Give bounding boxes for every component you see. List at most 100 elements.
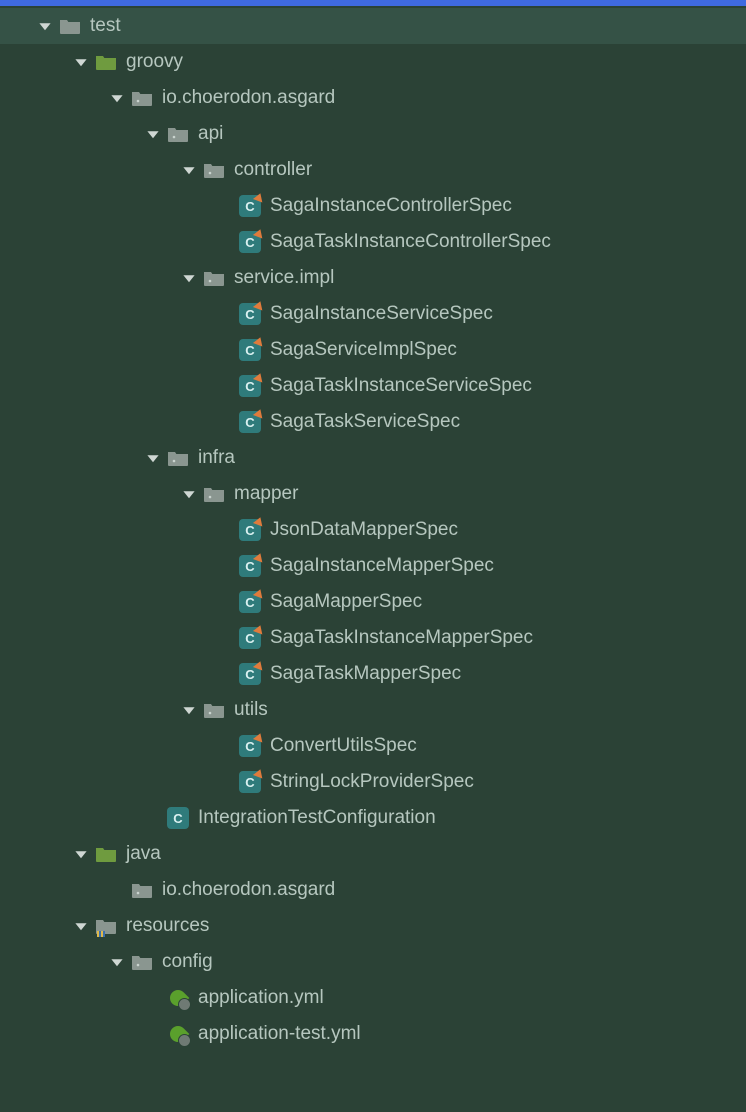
tree-file[interactable]: C JsonDataMapperSpec (0, 512, 746, 548)
tree-file[interactable]: C SagaTaskServiceSpec (0, 404, 746, 440)
tree-label: StringLockProviderSpec (270, 771, 474, 793)
tree-file[interactable]: C StringLockProviderSpec (0, 764, 746, 800)
tree-label: SagaInstanceMapperSpec (270, 555, 494, 577)
tree-package-controller[interactable]: controller (0, 152, 746, 188)
tree-label: SagaTaskServiceSpec (270, 411, 460, 433)
tree-file[interactable]: C SagaTaskInstanceControllerSpec (0, 224, 746, 260)
tree-label: SagaInstanceControllerSpec (270, 195, 512, 217)
class-icon: C (238, 734, 262, 758)
tree-label: java (126, 843, 161, 865)
chevron-down-icon[interactable] (72, 845, 90, 863)
chevron-down-icon[interactable] (72, 917, 90, 935)
spring-config-icon (166, 1022, 190, 1046)
package-icon (130, 86, 154, 110)
tree-file[interactable]: application.yml (0, 980, 746, 1016)
package-icon (166, 446, 190, 470)
tree-file[interactable]: C SagaServiceImplSpec (0, 332, 746, 368)
tree-label: infra (198, 447, 235, 469)
package-icon (130, 950, 154, 974)
tree-label: SagaInstanceServiceSpec (270, 303, 493, 325)
chevron-down-icon[interactable] (144, 449, 162, 467)
chevron-down-icon[interactable] (144, 125, 162, 143)
chevron-down-icon[interactable] (108, 953, 126, 971)
chevron-down-icon[interactable] (180, 161, 198, 179)
tree-label: application-test.yml (198, 1023, 361, 1045)
tree-label: SagaTaskInstanceServiceSpec (270, 375, 532, 397)
tree-label: SagaServiceImplSpec (270, 339, 457, 361)
tree-file[interactable]: C SagaTaskInstanceServiceSpec (0, 368, 746, 404)
tree-label: controller (234, 159, 312, 181)
package-icon (202, 158, 226, 182)
tree-folder-groovy[interactable]: groovy (0, 44, 746, 80)
tree-file[interactable]: C IntegrationTestConfiguration (0, 800, 746, 836)
tree-file[interactable]: C SagaMapperSpec (0, 584, 746, 620)
tree-package-api[interactable]: api (0, 116, 746, 152)
tree-label: utils (234, 699, 268, 721)
tree-label: resources (126, 915, 209, 937)
tree-package[interactable]: io.choerodon.asgard (0, 80, 746, 116)
tree-label: SagaMapperSpec (270, 591, 422, 613)
class-icon: C (238, 338, 262, 362)
class-icon: C (238, 230, 262, 254)
tree-file[interactable]: C SagaInstanceMapperSpec (0, 548, 746, 584)
tree-file[interactable]: C SagaInstanceServiceSpec (0, 296, 746, 332)
tree-label: io.choerodon.asgard (162, 87, 335, 109)
tree-label: config (162, 951, 213, 973)
chevron-down-icon[interactable] (180, 485, 198, 503)
class-icon: C (238, 662, 262, 686)
tree-label: test (90, 15, 121, 37)
tree-package-infra[interactable]: infra (0, 440, 746, 476)
tree-file[interactable]: C SagaInstanceControllerSpec (0, 188, 746, 224)
project-tree[interactable]: test groovy io.choerodon.asgard api (0, 6, 746, 1052)
tree-label: SagaTaskInstanceMapperSpec (270, 627, 533, 649)
tree-label: application.yml (198, 987, 324, 1009)
chevron-down-icon[interactable] (180, 269, 198, 287)
class-icon: C (238, 626, 262, 650)
source-folder-icon (94, 842, 118, 866)
tree-label: SagaTaskMapperSpec (270, 663, 461, 685)
tree-package-utils[interactable]: utils (0, 692, 746, 728)
tree-file[interactable]: C SagaTaskMapperSpec (0, 656, 746, 692)
class-icon: C (238, 518, 262, 542)
tree-folder-java[interactable]: java (0, 836, 746, 872)
class-icon: C (238, 374, 262, 398)
tree-file[interactable]: application-test.yml (0, 1016, 746, 1052)
class-icon: C (238, 194, 262, 218)
package-icon (166, 122, 190, 146)
tree-label: io.choerodon.asgard (162, 879, 335, 901)
class-icon: C (166, 806, 190, 830)
folder-icon (58, 14, 82, 38)
tree-package-mapper[interactable]: mapper (0, 476, 746, 512)
package-icon (202, 698, 226, 722)
tree-folder-test[interactable]: test (0, 8, 746, 44)
class-icon: C (238, 590, 262, 614)
spring-config-icon (166, 986, 190, 1010)
chevron-down-icon[interactable] (180, 701, 198, 719)
class-icon: C (238, 302, 262, 326)
class-icon: C (238, 410, 262, 434)
tree-package-service-impl[interactable]: service.impl (0, 260, 746, 296)
tree-label: api (198, 123, 223, 145)
source-folder-icon (94, 50, 118, 74)
package-icon (202, 482, 226, 506)
tree-file[interactable]: C ConvertUtilsSpec (0, 728, 746, 764)
tree-label: ConvertUtilsSpec (270, 735, 417, 757)
tree-label: mapper (234, 483, 298, 505)
tree-file[interactable]: C SagaTaskInstanceMapperSpec (0, 620, 746, 656)
chevron-down-icon[interactable] (72, 53, 90, 71)
package-icon (202, 266, 226, 290)
tree-label: IntegrationTestConfiguration (198, 807, 436, 829)
tree-folder-resources[interactable]: resources (0, 908, 746, 944)
class-icon: C (238, 770, 262, 794)
package-icon (130, 878, 154, 902)
resources-folder-icon (94, 914, 118, 938)
tree-label: SagaTaskInstanceControllerSpec (270, 231, 551, 253)
tree-label: JsonDataMapperSpec (270, 519, 458, 541)
tree-package-config[interactable]: config (0, 944, 746, 980)
tree-package[interactable]: io.choerodon.asgard (0, 872, 746, 908)
class-icon: C (238, 554, 262, 578)
chevron-down-icon[interactable] (36, 17, 54, 35)
chevron-down-icon[interactable] (108, 89, 126, 107)
tree-label: service.impl (234, 267, 334, 289)
tree-label: groovy (126, 51, 183, 73)
